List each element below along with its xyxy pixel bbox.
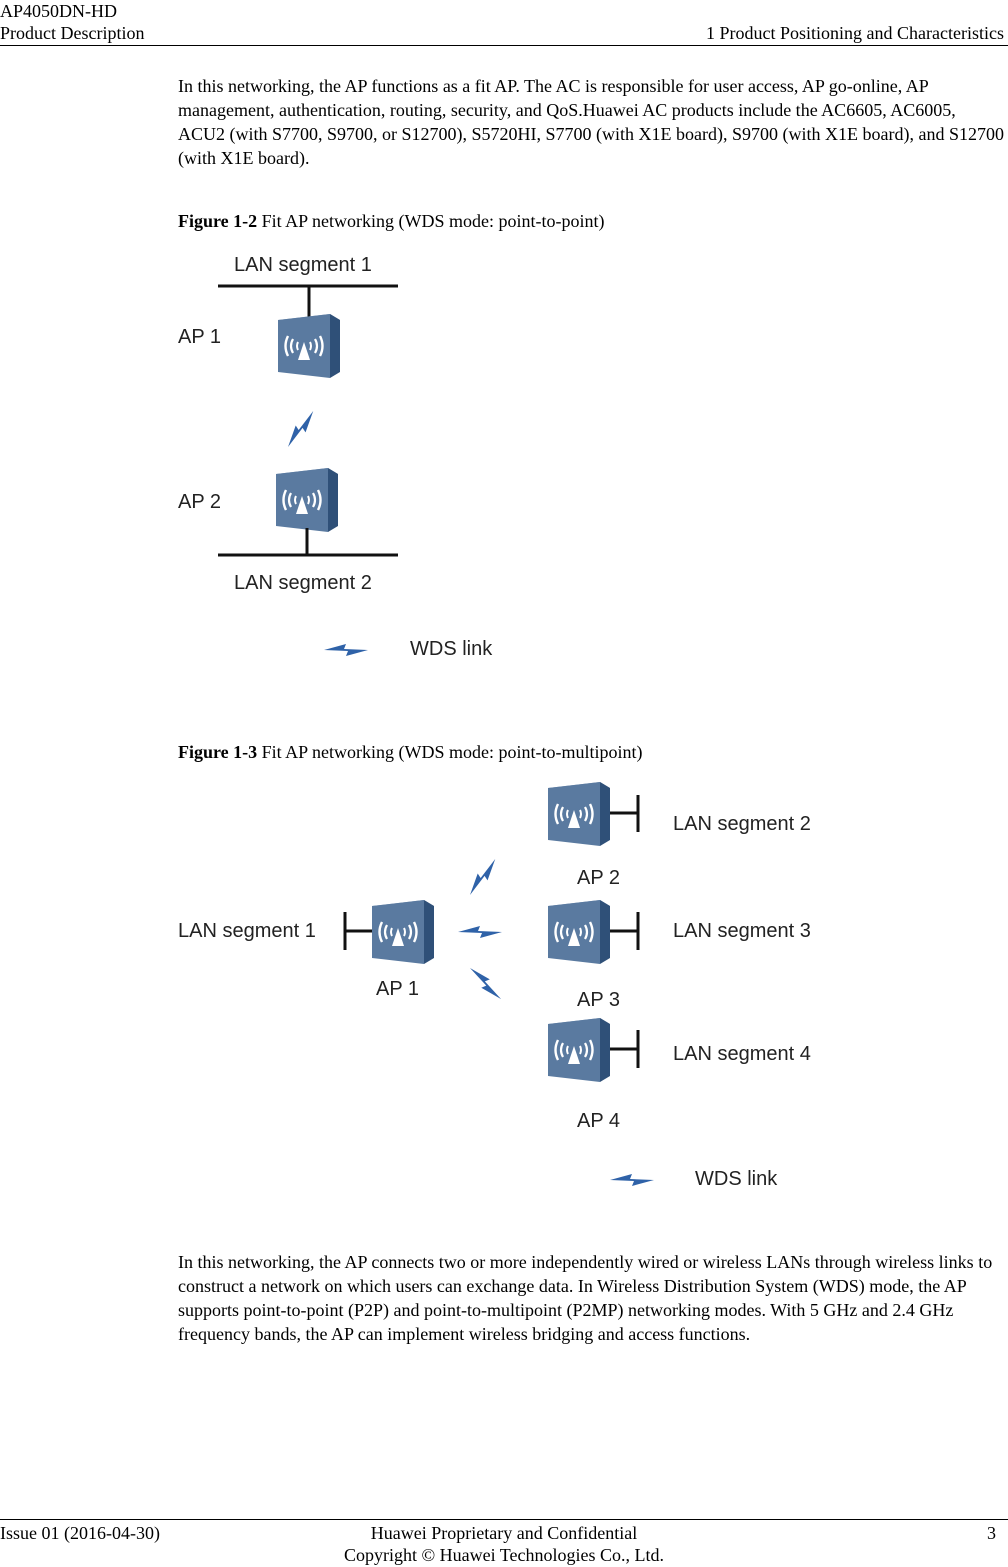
- body-paragraph-2: In this networking, the AP connects two …: [178, 1252, 993, 1344]
- ap4-device-icon: [546, 1016, 612, 1084]
- figure-1-3-diagram: LAN segment 1 AP 1 LAN segment 2 AP 2 LA…: [178, 780, 811, 1190]
- ap3-device-icon: [546, 898, 612, 966]
- header-product-name: AP4050DN-HD: [0, 1, 117, 21]
- ap4-label: AP 4: [577, 1110, 620, 1132]
- legend-wds-link-label: WDS link: [410, 638, 493, 660]
- figure-1-2-caption: Figure 1-2 Fit AP networking (WDS mode: …: [178, 210, 604, 232]
- body-paragraph-1: In this networking, the AP functions as …: [178, 76, 1004, 168]
- lan-segment-2-label: LAN segment 2: [234, 572, 372, 594]
- ap2-device-icon: [274, 466, 340, 534]
- ap1-label: AP 1: [376, 978, 419, 1000]
- figure-title: Fit AP networking (WDS mode: point-to-po…: [257, 211, 605, 231]
- footer-divider: [0, 1519, 1008, 1520]
- ap3-label: AP 3: [577, 989, 620, 1011]
- footer-page-number: 3: [987, 1523, 996, 1543]
- ap2-label: AP 2: [178, 491, 221, 513]
- ap1-device-icon: [276, 312, 342, 380]
- figure-number: Figure 1-3: [178, 742, 258, 762]
- wds-link-icon: [283, 407, 319, 451]
- wds-link-ap4-icon: [465, 963, 506, 1004]
- lan-segment-2-label: LAN segment 2: [673, 813, 811, 835]
- legend-wds-link-icon: [610, 1174, 654, 1186]
- header-chapter: 1 Product Positioning and Characteristic…: [706, 23, 1004, 43]
- figure-1-2-diagram: LAN segment 1 AP 1 AP 2 LAN segment 2 WD…: [178, 254, 493, 660]
- footer-copyright: Copyright © Huawei Technologies Co., Ltd…: [343, 1545, 665, 1565]
- lan-segment-1-label: LAN segment 1: [234, 254, 372, 276]
- header-doc-type: Product Description: [0, 23, 145, 43]
- lan-segment-1-label: LAN segment 1: [178, 920, 316, 942]
- header-divider: [0, 45, 1008, 46]
- ap1-device-icon: [370, 898, 436, 966]
- legend-wds-link-label: WDS link: [695, 1168, 778, 1190]
- figure-number: Figure 1-2: [178, 211, 258, 231]
- lan-segment-4-label: LAN segment 4: [673, 1043, 811, 1065]
- figure-title: Fit AP networking (WDS mode: point-to-mu…: [257, 742, 643, 762]
- ap2-label: AP 2: [577, 867, 620, 889]
- legend-wds-link-icon: [324, 644, 368, 656]
- ap2-device-icon: [546, 780, 612, 848]
- wds-link-ap3-icon: [458, 926, 502, 938]
- ap1-label: AP 1: [178, 326, 221, 348]
- footer-confidential: Huawei Proprietary and Confidential: [370, 1523, 638, 1543]
- lan-segment-3-label: LAN segment 3: [673, 920, 811, 942]
- figure-1-3-caption: Figure 1-3 Fit AP networking (WDS mode: …: [178, 741, 642, 763]
- wds-link-ap2-icon: [465, 855, 501, 899]
